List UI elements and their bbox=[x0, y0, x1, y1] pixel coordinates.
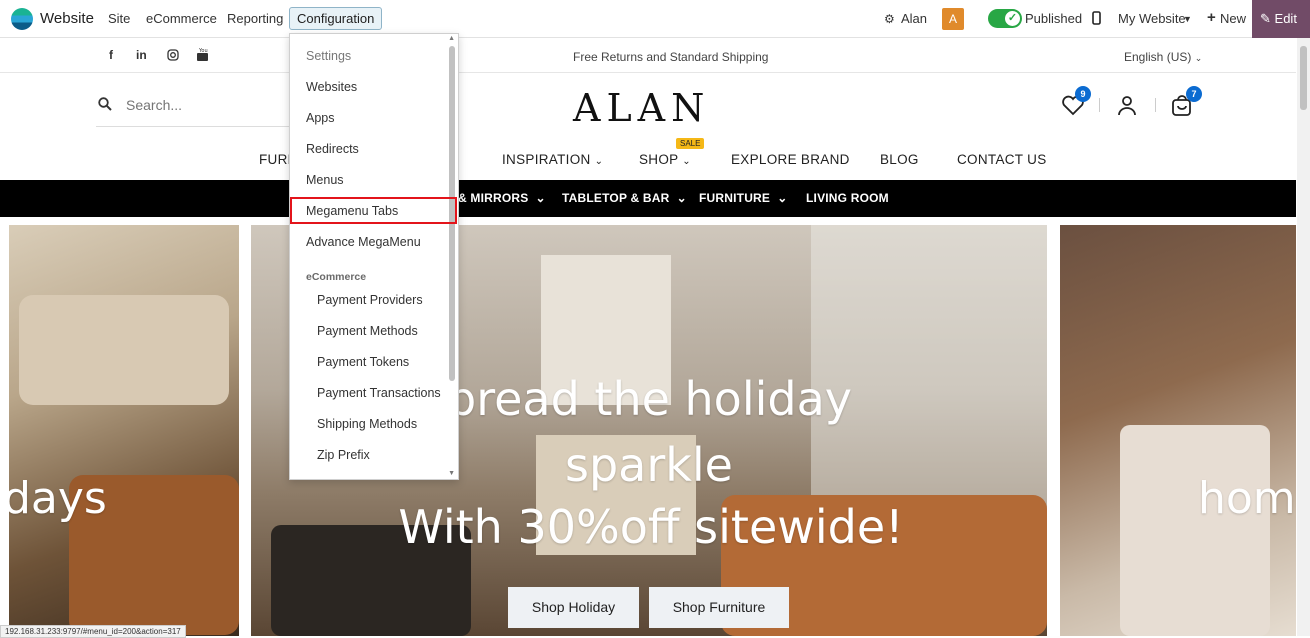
chevron-down-icon: ⌄ bbox=[594, 156, 604, 167]
cart-badge: 7 bbox=[1186, 86, 1202, 102]
page-scrollbar[interactable] bbox=[1297, 38, 1310, 636]
chevron-down-icon: ⌄ bbox=[676, 191, 687, 205]
site-logo[interactable]: ALAN bbox=[573, 86, 710, 130]
dropdown-item-zip-prefix[interactable]: Zip Prefix bbox=[317, 448, 370, 462]
dropdown-item-payment-methods[interactable]: Payment Methods bbox=[317, 324, 418, 338]
mobile-preview-icon[interactable] bbox=[1092, 11, 1101, 25]
check-icon: ✓ bbox=[1005, 11, 1020, 26]
gear-icon[interactable]: ⚙ bbox=[884, 12, 895, 26]
dropdown-item-shipping-methods[interactable]: Shipping Methods bbox=[317, 417, 417, 431]
slide-right[interactable]: hom bbox=[1060, 225, 1296, 636]
plus-icon: + bbox=[1207, 9, 1216, 26]
nav-explore-brand[interactable]: EXPLORE BRAND bbox=[731, 152, 850, 167]
chair-image bbox=[1120, 425, 1270, 636]
category-mirrors[interactable]: & MIRRORS ⌄ bbox=[458, 191, 546, 205]
slide-left-text: days bbox=[9, 473, 107, 524]
shop-holiday-button[interactable]: Shop Holiday bbox=[508, 587, 639, 628]
linkedin-icon[interactable]: in bbox=[136, 48, 147, 62]
category-living-room[interactable]: LIVING ROOM bbox=[806, 191, 889, 205]
status-bar-url: 192.168.31.233:9797/#menu_id=200&action=… bbox=[0, 625, 186, 638]
chevron-down-icon: ⌄ bbox=[777, 191, 788, 205]
facebook-icon[interactable]: f bbox=[109, 48, 113, 62]
scroll-up-arrow-icon[interactable]: ▲ bbox=[448, 35, 455, 42]
menu-site[interactable]: Site bbox=[108, 11, 130, 26]
category-furniture-label: FURNITURE bbox=[699, 191, 771, 205]
dropdown-item-menus[interactable]: Menus bbox=[306, 173, 344, 187]
scroll-down-arrow-icon[interactable]: ▼ bbox=[448, 470, 455, 477]
sofa-image bbox=[19, 295, 229, 405]
odoo-top-bar: Website Site eCommerce Reporting Configu… bbox=[0, 0, 1310, 38]
hero-headline-line1: pread the holiday bbox=[447, 372, 852, 426]
wishlist-badge: 9 bbox=[1075, 86, 1091, 102]
category-tabletop-bar[interactable]: TABLETOP & BAR ⌄ bbox=[562, 191, 687, 205]
website-app-icon[interactable] bbox=[11, 8, 33, 30]
category-tabletop-label: TABLETOP & BAR bbox=[562, 191, 670, 205]
nav-inspiration-label: INSPIRATION bbox=[502, 152, 591, 167]
promo-text: Free Returns and Standard Shipping bbox=[573, 50, 769, 64]
hero-headline-line3: With 30%off sitewide! bbox=[398, 500, 904, 554]
website-selector[interactable]: My Website bbox=[1118, 11, 1186, 26]
edit-button[interactable]: ✎ Edit bbox=[1252, 0, 1310, 38]
user-icon[interactable] bbox=[1115, 94, 1139, 116]
dropdown-item-redirects[interactable]: Redirects bbox=[306, 142, 359, 156]
header-icon-divider bbox=[1155, 98, 1156, 112]
dropdown-item-advance-megamenu[interactable]: Advance MegaMenu bbox=[306, 235, 421, 249]
header-divider bbox=[0, 72, 1296, 73]
edit-label: Edit bbox=[1274, 11, 1297, 26]
category-mirrors-label: & MIRRORS bbox=[458, 191, 529, 205]
chevron-down-icon: ⌄ bbox=[682, 156, 691, 167]
slide-right-text: hom bbox=[1198, 473, 1296, 524]
dropdown-item-apps[interactable]: Apps bbox=[306, 111, 335, 125]
highlight-box bbox=[290, 197, 457, 224]
dropdown-item-websites[interactable]: Websites bbox=[306, 80, 357, 94]
nav-inspiration[interactable]: INSPIRATION ⌄ bbox=[502, 152, 603, 167]
pencil-icon: ✎ bbox=[1260, 11, 1271, 26]
page-scrollbar-thumb[interactable] bbox=[1300, 46, 1307, 110]
nav-blog[interactable]: BLOG bbox=[880, 152, 919, 167]
chevron-down-icon: ⌄ bbox=[1194, 53, 1203, 63]
app-name[interactable]: Website bbox=[40, 10, 94, 27]
configuration-dropdown: Settings Websites Apps Redirects Menus M… bbox=[289, 33, 459, 480]
dropdown-item-payment-tokens[interactable]: Payment Tokens bbox=[317, 355, 409, 369]
dropdown-item-payment-transactions[interactable]: Payment Transactions bbox=[317, 386, 441, 400]
language-label: English (US) bbox=[1124, 50, 1192, 64]
menu-ecommerce[interactable]: eCommerce bbox=[146, 11, 217, 26]
user-avatar[interactable]: A bbox=[942, 8, 964, 30]
svg-text:You: You bbox=[198, 48, 208, 54]
dropdown-section-ecommerce: eCommerce bbox=[306, 271, 367, 283]
published-toggle[interactable]: ✓ bbox=[988, 9, 1022, 28]
user-name[interactable]: Alan bbox=[901, 11, 927, 26]
youtube-icon[interactable]: You bbox=[196, 48, 209, 62]
nav-contact-us[interactable]: CONTACT US bbox=[957, 152, 1047, 167]
sale-badge: SALE bbox=[676, 138, 705, 149]
nav-shop[interactable]: SHOP ⌄ bbox=[639, 152, 691, 167]
caret-down-icon: ▼ bbox=[1183, 14, 1192, 24]
instagram-icon[interactable] bbox=[167, 49, 179, 61]
hero-headline-line2: sparkle bbox=[565, 438, 733, 492]
slide-left[interactable]: days bbox=[9, 225, 239, 636]
search-icon[interactable] bbox=[98, 97, 112, 111]
published-label: Published bbox=[1025, 11, 1083, 26]
new-button[interactable]: New bbox=[1220, 11, 1246, 26]
nav-shop-label: SHOP bbox=[639, 152, 679, 167]
chevron-down-icon: ⌄ bbox=[535, 191, 546, 205]
menu-reporting[interactable]: Reporting bbox=[227, 11, 283, 26]
language-selector[interactable]: English (US) ⌄ bbox=[1124, 50, 1202, 64]
category-furniture[interactable]: FURNITURE ⌄ bbox=[699, 191, 787, 205]
shop-furniture-button[interactable]: Shop Furniture bbox=[649, 587, 789, 628]
dropdown-item-payment-providers[interactable]: Payment Providers bbox=[317, 293, 423, 307]
dropdown-item-settings[interactable]: Settings bbox=[306, 49, 351, 63]
header-icon-divider bbox=[1099, 98, 1100, 112]
menu-configuration[interactable]: Configuration bbox=[289, 7, 383, 30]
